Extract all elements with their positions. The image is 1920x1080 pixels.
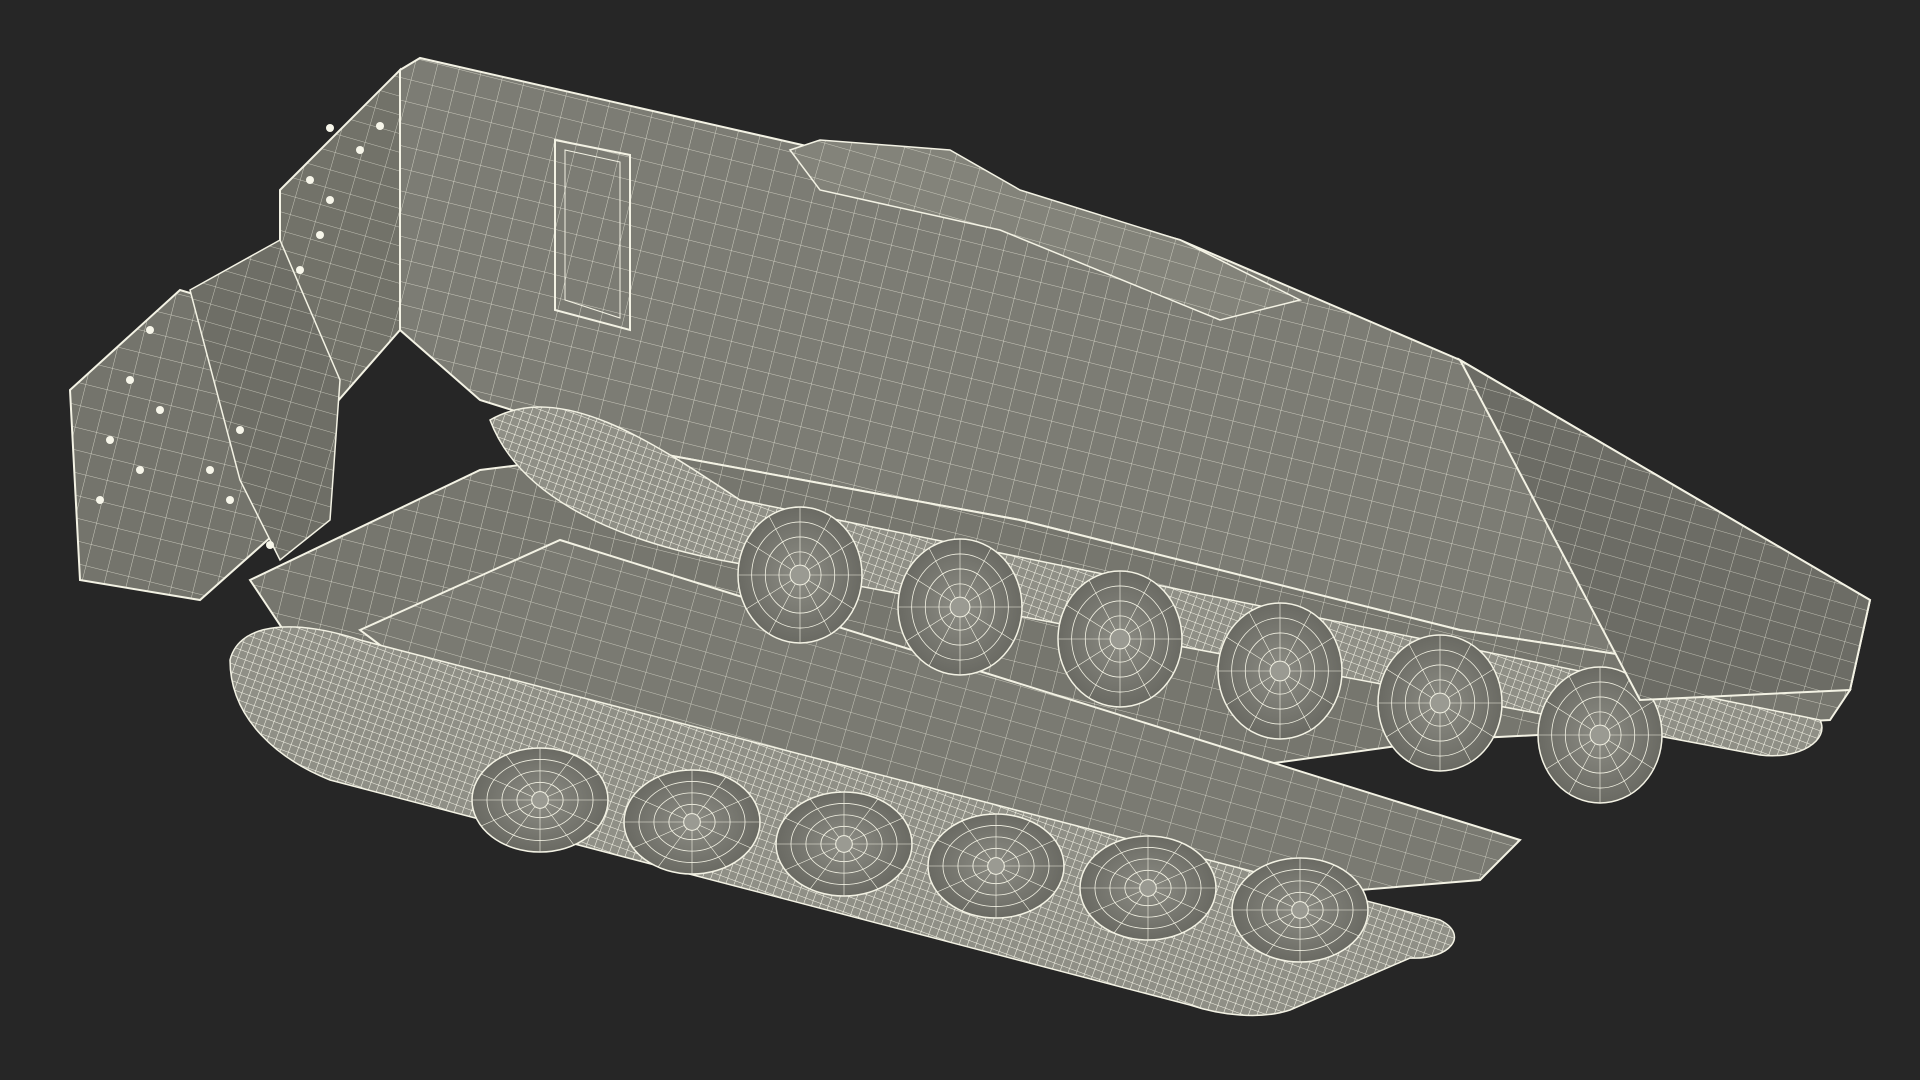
render-viewport [0, 0, 1920, 1080]
road-wheel-near [927, 813, 1065, 919]
hull-rear-block [68, 67, 401, 602]
road-wheel-far [1377, 634, 1503, 772]
road-wheel-near [623, 769, 761, 875]
road-wheel-near [1079, 835, 1217, 941]
road-wheel-near [775, 791, 913, 897]
road-wheel-far [1217, 602, 1343, 740]
road-wheel-far [1057, 570, 1183, 708]
road-wheel-far [897, 538, 1023, 676]
road-wheel-near [471, 747, 609, 853]
road-wheel-far [737, 506, 863, 644]
wireframe-tank-render [68, 56, 1872, 1017]
road-wheel-near [1231, 857, 1369, 963]
